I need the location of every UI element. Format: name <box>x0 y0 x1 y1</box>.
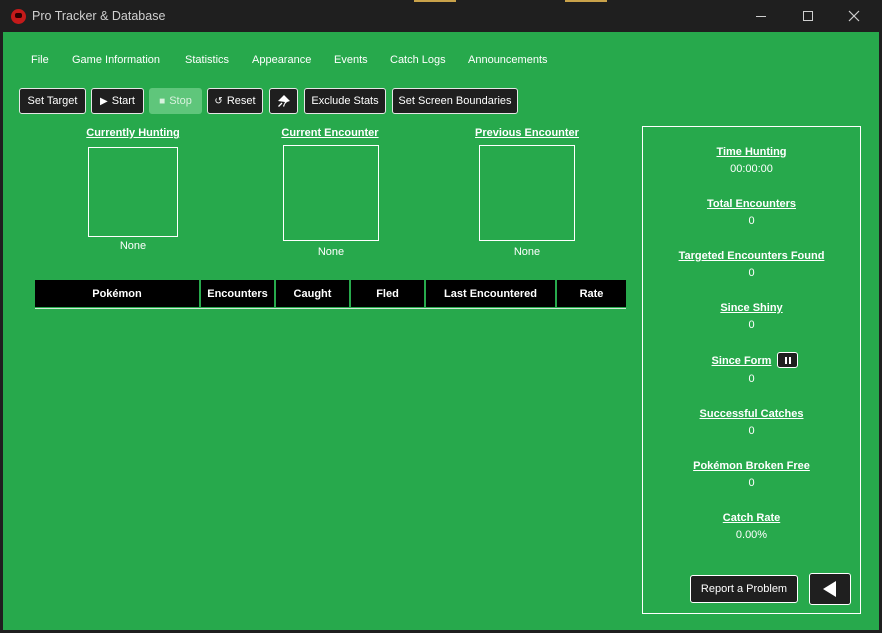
time-hunting-value: 00:00:00 <box>730 163 773 175</box>
pause-icon[interactable] <box>777 352 798 368</box>
close-icon[interactable] <box>834 4 874 28</box>
start-button[interactable]: ▶ Start <box>91 88 144 114</box>
broken-free-label: Pokémon Broken Free <box>693 460 810 472</box>
column-last-encountered[interactable]: Last Encountered <box>426 280 555 307</box>
currently-hunting-name: None <box>119 240 147 252</box>
targeted-encounters-value: 0 <box>748 267 755 279</box>
previous-encounter-label: Previous Encounter <box>475 127 579 139</box>
report-problem-label: Report a Problem <box>700 583 788 595</box>
since-form-label: Since Form <box>711 355 772 367</box>
previous-encounter-image <box>479 145 575 241</box>
title-accent-right <box>565 0 607 2</box>
pin-icon <box>277 95 290 107</box>
menu-catch-logs[interactable]: Catch Logs <box>390 54 446 66</box>
menu-announcements[interactable]: Announcements <box>468 54 548 66</box>
app-logo-icon <box>11 9 26 24</box>
reset-label: Reset <box>226 95 256 107</box>
column-pokemon[interactable]: Pokémon <box>35 280 199 307</box>
total-encounters-value: 0 <box>748 215 755 227</box>
window-title: Pro Tracker & Database <box>32 9 166 23</box>
menu-appearance[interactable]: Appearance <box>252 54 311 66</box>
exclude-stats-label: Exclude Stats <box>311 95 379 107</box>
start-label: Start <box>111 95 135 107</box>
set-target-button[interactable]: Set Target <box>19 88 86 114</box>
total-encounters-label: Total Encounters <box>706 198 797 210</box>
collapse-panel-button[interactable] <box>809 573 851 605</box>
set-target-label: Set Target <box>27 95 78 107</box>
catch-rate-value: 0.00% <box>735 529 768 541</box>
main-window: File Game Information Statistics Appeara… <box>3 32 879 630</box>
successful-catches-value: 0 <box>748 425 755 437</box>
table-divider <box>35 308 626 309</box>
column-rate[interactable]: Rate <box>557 280 626 307</box>
column-fled[interactable]: Fled <box>351 280 424 307</box>
targeted-encounters-label: Targeted Encounters Found <box>678 250 825 262</box>
menu-events[interactable]: Events <box>334 54 368 66</box>
current-encounter-name: None <box>317 246 345 258</box>
pin-button[interactable] <box>269 88 298 114</box>
menu-statistics[interactable]: Statistics <box>185 54 229 66</box>
maximize-icon[interactable] <box>788 4 828 28</box>
reset-button[interactable]: ↺ Reset <box>207 88 263 114</box>
play-icon: ▶ <box>100 95 108 107</box>
catch-rate-label: Catch Rate <box>722 512 781 524</box>
since-shiny-label: Since Shiny <box>720 302 783 314</box>
title-bar: Pro Tracker & Database <box>0 0 882 32</box>
minimize-icon[interactable] <box>741 4 781 28</box>
time-hunting-label: Time Hunting <box>716 146 787 158</box>
since-form-value: 0 <box>748 373 755 385</box>
stop-label: Stop <box>169 95 192 107</box>
current-encounter-label: Current Encounter <box>281 127 379 139</box>
set-screen-boundaries-label: Set Screen Boundaries <box>398 95 512 107</box>
currently-hunting-image[interactable] <box>88 147 178 237</box>
title-accent-left <box>414 0 456 2</box>
successful-catches-label: Successful Catches <box>699 408 804 420</box>
stop-button[interactable]: ■ Stop <box>149 88 202 114</box>
column-encounters[interactable]: Encounters <box>201 280 274 307</box>
reset-icon: ↺ <box>214 95 223 107</box>
current-encounter-image <box>283 145 379 241</box>
since-shiny-value: 0 <box>748 319 755 331</box>
triangle-left-icon <box>823 581 836 597</box>
exclude-stats-button[interactable]: Exclude Stats <box>304 88 386 114</box>
column-caught[interactable]: Caught <box>276 280 349 307</box>
stop-icon: ■ <box>159 95 166 107</box>
previous-encounter-name: None <box>513 246 541 258</box>
menu-file[interactable]: File <box>31 54 49 66</box>
encounter-table-header: Pokémon Encounters Caught Fled Last Enco… <box>35 280 626 307</box>
broken-free-value: 0 <box>748 477 755 489</box>
currently-hunting-label: Currently Hunting <box>86 127 180 139</box>
menu-game-information[interactable]: Game Information <box>72 54 160 66</box>
report-problem-button[interactable]: Report a Problem <box>690 575 798 603</box>
set-screen-boundaries-button[interactable]: Set Screen Boundaries <box>392 88 518 114</box>
stats-panel: Time Hunting 00:00:00 Total Encounters 0… <box>642 126 861 614</box>
